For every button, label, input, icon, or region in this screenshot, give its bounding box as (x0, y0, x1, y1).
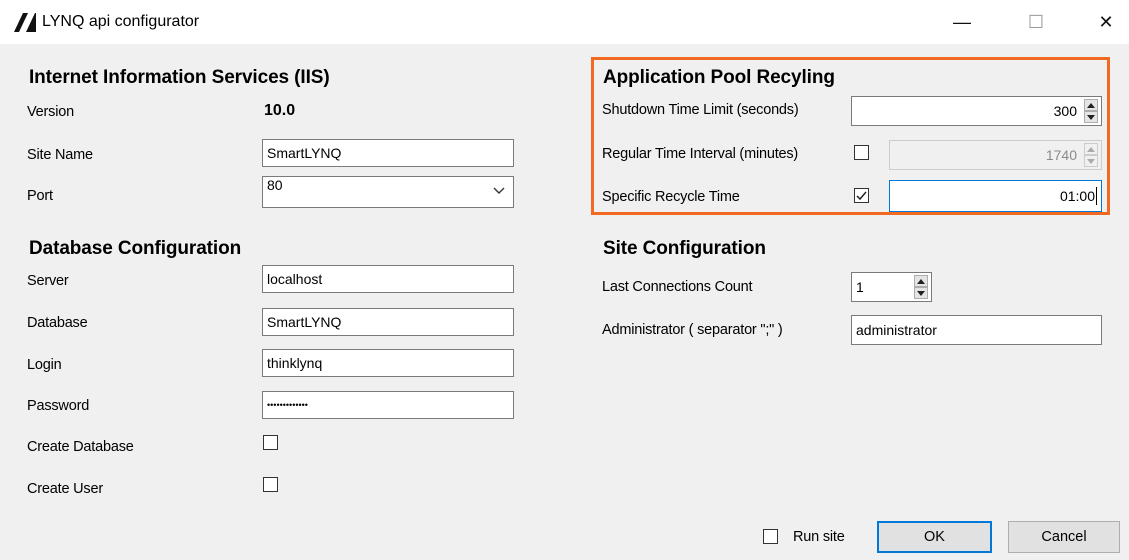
spin-down-button[interactable] (914, 287, 928, 299)
ok-button[interactable]: OK (877, 521, 992, 553)
specific-recycle-checkbox[interactable] (854, 188, 869, 203)
version-value: 10.0 (264, 102, 296, 119)
lynq-logo-icon (14, 13, 36, 32)
last-connections-input[interactable]: 1 (851, 272, 932, 302)
server-label: Server (27, 273, 69, 289)
title-bar[interactable]: LYNQ api configurator — ☐ ✕ (0, 0, 1129, 44)
version-label: Version (27, 104, 74, 120)
app-pool-section-title: Application Pool Recyling (603, 67, 835, 88)
checkmark-icon (856, 191, 867, 201)
caret-down-icon (917, 290, 925, 296)
caret-down-icon (1087, 158, 1095, 164)
port-label: Port (27, 188, 53, 204)
server-input[interactable]: localhost (262, 265, 514, 293)
create-database-label: Create Database (27, 439, 134, 455)
caret-down-icon (1087, 114, 1095, 120)
spin-down-button[interactable] (1084, 111, 1098, 123)
minimize-button[interactable]: — (939, 0, 985, 44)
caret-up-icon (1087, 146, 1095, 152)
login-label: Login (27, 357, 62, 373)
administrator-input[interactable]: administrator (851, 315, 1102, 345)
chevron-down-icon (493, 187, 505, 194)
cancel-button[interactable]: Cancel (1008, 521, 1120, 553)
password-label: Password (27, 398, 90, 414)
window-title: LYNQ api configurator (42, 13, 200, 30)
create-database-checkbox[interactable] (263, 435, 278, 450)
maximize-icon: ☐ (1027, 11, 1045, 32)
specific-recycle-label: Specific Recycle Time (602, 189, 740, 205)
maximize-button[interactable]: ☐ (1013, 0, 1059, 44)
specific-recycle-time-input[interactable]: 01:00 (889, 180, 1102, 212)
spin-up-button[interactable] (1084, 143, 1098, 155)
port-combobox[interactable]: 80 (262, 176, 514, 208)
site-name-label: Site Name (27, 147, 93, 163)
spin-up-button[interactable] (914, 275, 928, 287)
spin-up-button[interactable] (1084, 99, 1098, 111)
site-section-title: Site Configuration (603, 238, 766, 259)
database-section-title: Database Configuration (29, 238, 242, 259)
password-input[interactable]: ••••••••••••• (262, 391, 514, 419)
shutdown-spinner[interactable] (1084, 99, 1098, 123)
administrator-label: Administrator ( separator ";" ) (602, 322, 783, 338)
shutdown-time-input[interactable]: 300 (851, 96, 1102, 126)
last-connections-spinner[interactable] (914, 275, 928, 299)
text-caret (1096, 187, 1097, 205)
create-user-label: Create User (27, 481, 103, 497)
minimize-icon: — (953, 11, 971, 32)
site-name-input[interactable]: SmartLYNQ (262, 139, 514, 167)
regular-interval-label: Regular Time Interval (minutes) (602, 146, 799, 162)
run-site-checkbox[interactable] (763, 529, 778, 544)
close-button[interactable]: ✕ (1083, 0, 1129, 44)
iis-section-title: Internet Information Services (IIS) (29, 67, 330, 88)
caret-up-icon (1087, 102, 1095, 108)
run-site-label: Run site (793, 529, 845, 545)
regular-interval-input[interactable]: 1740 (889, 140, 1102, 170)
database-label: Database (27, 315, 88, 331)
spin-down-button[interactable] (1084, 155, 1098, 167)
close-icon: ✕ (1098, 11, 1114, 32)
regular-interval-spinner[interactable] (1084, 143, 1098, 167)
regular-interval-checkbox[interactable] (854, 145, 869, 160)
create-user-checkbox[interactable] (263, 477, 278, 492)
shutdown-time-label: Shutdown Time Limit (seconds) (602, 102, 799, 118)
database-input[interactable]: SmartLYNQ (262, 308, 514, 336)
dialog-body: Internet Information Services (IIS) Vers… (0, 44, 1129, 560)
caret-up-icon (917, 278, 925, 284)
last-connections-label: Last Connections Count (602, 279, 753, 295)
login-input[interactable]: thinklynq (262, 349, 514, 377)
